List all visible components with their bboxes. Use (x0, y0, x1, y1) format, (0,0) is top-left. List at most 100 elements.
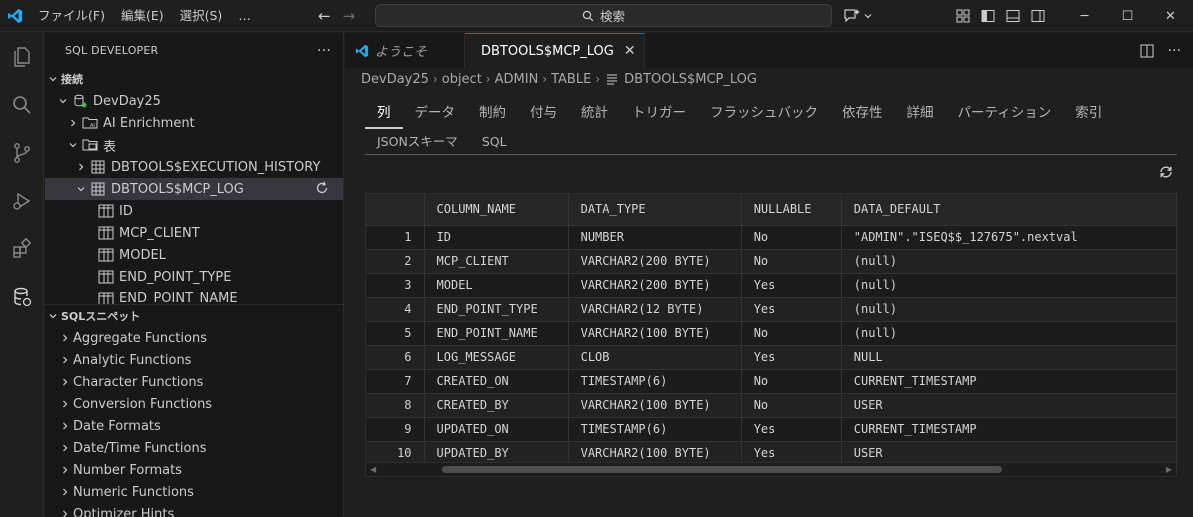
tree-table-mcp-log[interactable]: DBTOOLS$MCP_LOG (45, 178, 343, 200)
snippet-date-formats[interactable]: Date Formats (45, 415, 343, 437)
copilot-chat-button[interactable] (843, 6, 873, 26)
scroll-left-icon[interactable]: ◀ (370, 465, 376, 474)
row-number-cell[interactable]: 3 (366, 273, 425, 298)
row-number-cell[interactable]: 9 (366, 417, 425, 442)
table-cell[interactable]: CURRENT_TIMESTAMP (841, 417, 1178, 442)
split-editor-icon[interactable] (1140, 44, 1154, 58)
table-row[interactable]: 9 UPDATED_ON TIMESTAMP(6) Yes CURRENT_TIMEST… (366, 417, 1178, 442)
snippet-aggregate-functions[interactable]: Aggregate Functions (45, 327, 343, 349)
breadcrumb-item[interactable]: DevDay25 (361, 72, 429, 87)
table-cell[interactable]: ID (424, 225, 569, 250)
menu-file[interactable]: ファイル(F) (30, 0, 113, 32)
connections-section-header[interactable]: 接続 (45, 68, 343, 90)
tree-tables-folder[interactable]: 表 (45, 134, 343, 156)
table-cell[interactable]: TIMESTAMP(6) (568, 417, 742, 442)
run-debug-icon[interactable] (0, 177, 44, 225)
table-cell[interactable]: No (741, 321, 842, 346)
table-cell[interactable]: VARCHAR2(100 BYTE) (568, 393, 742, 418)
table-cell[interactable]: MCP_CLIENT (424, 249, 569, 274)
sql-developer-database-icon[interactable] (0, 273, 44, 321)
column-header[interactable]: DATA_DEFAULT (841, 194, 1178, 226)
snippets-section-header[interactable]: SQLスニペット (45, 305, 343, 327)
subtab-triggers[interactable]: トリガー (620, 99, 698, 129)
search-icon[interactable] (0, 81, 44, 129)
horizontal-scrollbar[interactable]: ◀ ▶ (366, 462, 1176, 476)
breadcrumb-item[interactable]: TABLE (551, 72, 591, 87)
tree-column[interactable]: MODEL (45, 244, 343, 266)
table-row[interactable]: 8 CREATED_BY VARCHAR2(100 BYTE) No USER (366, 393, 1178, 418)
table-row[interactable]: 6 LOG_MESSAGE CLOB Yes NULL (366, 345, 1178, 370)
forward-arrow-icon[interactable]: → (343, 7, 356, 25)
maximize-button[interactable]: ☐ (1106, 0, 1149, 32)
table-cell[interactable]: CURRENT_TIMESTAMP (841, 369, 1178, 394)
row-number-cell[interactable]: 1 (366, 225, 425, 250)
subtab-partitions[interactable]: パーティション (946, 99, 1064, 129)
snippet-numeric-functions[interactable]: Numeric Functions (45, 481, 343, 503)
snippet-analytic-functions[interactable]: Analytic Functions (45, 349, 343, 371)
minimize-button[interactable]: ─ (1063, 0, 1106, 32)
tree-column[interactable]: MCP_CLIENT (45, 222, 343, 244)
breadcrumb-item[interactable]: DBTOOLS$MCP_LOG (624, 72, 757, 87)
table-cell[interactable]: CREATED_ON (424, 369, 569, 394)
menu-selection[interactable]: 選択(S) (172, 0, 231, 32)
subtab-data[interactable]: データ (403, 99, 468, 129)
snippet-date-time-functions[interactable]: Date/Time Functions (45, 437, 343, 459)
table-cell[interactable]: MODEL (424, 273, 569, 298)
table-row[interactable]: 7 CREATED_ON TIMESTAMP(6) No CURRENT_TIMESTA… (366, 369, 1178, 394)
tree-ai-enrichment[interactable]: AI AI Enrichment (45, 112, 343, 134)
table-cell[interactable]: USER (841, 393, 1178, 418)
subtab-dependencies[interactable]: 依存性 (830, 99, 895, 129)
table-row[interactable]: 1 ID NUMBER No "ADMIN"."ISEQ$$_127675".nextv… (366, 225, 1178, 250)
table-cell[interactable]: No (741, 393, 842, 418)
table-cell[interactable]: Yes (741, 345, 842, 370)
tree-column[interactable]: END_POINT_TYPE (45, 266, 343, 288)
refresh-button[interactable] (1156, 162, 1176, 182)
row-number-cell[interactable]: 6 (366, 345, 425, 370)
table-cell[interactable]: END_POINT_NAME (424, 321, 569, 346)
table-cell[interactable]: Yes (741, 273, 842, 298)
tab-mcp-log[interactable]: DBTOOLS$MCP_LOG ✕ (465, 33, 645, 68)
tree-connection-devday25[interactable]: DevDay25 (45, 90, 343, 112)
table-row[interactable]: 2 MCP_CLIENT VARCHAR2(200 BYTE) No (null) (366, 249, 1178, 274)
subtab-json-schema[interactable]: JSONスキーマ (365, 129, 470, 155)
table-cell[interactable]: No (741, 369, 842, 394)
menu-more[interactable]: … (230, 0, 259, 32)
customize-layout-icon[interactable] (955, 8, 971, 24)
row-number-cell[interactable]: 8 (366, 393, 425, 418)
table-cell[interactable]: TIMESTAMP(6) (568, 369, 742, 394)
table-cell[interactable]: VARCHAR2(12 BYTE) (568, 297, 742, 322)
tree-column[interactable]: ID (45, 200, 343, 222)
table-cell[interactable]: No (741, 225, 842, 250)
table-cell[interactable]: Yes (741, 297, 842, 322)
subtab-details[interactable]: 詳細 (895, 99, 946, 129)
table-cell[interactable]: CREATED_BY (424, 393, 569, 418)
more-actions-icon[interactable]: ··· (1168, 43, 1181, 59)
snippet-character-functions[interactable]: Character Functions (45, 371, 343, 393)
toggle-primary-sidebar-icon[interactable] (980, 8, 996, 24)
explorer-icon[interactable] (0, 33, 44, 81)
column-header[interactable]: COLUMN_NAME (424, 194, 569, 226)
close-icon[interactable]: ✕ (624, 43, 636, 59)
source-control-icon[interactable] (0, 129, 44, 177)
table-cell[interactable]: "ADMIN"."ISEQ$$_127675".nextval (841, 225, 1178, 250)
table-cell[interactable]: LOG_MESSAGE (424, 345, 569, 370)
column-header[interactable]: DATA_TYPE (568, 194, 742, 226)
subtab-constraints[interactable]: 制約 (467, 99, 518, 129)
table-cell[interactable]: VARCHAR2(200 BYTE) (568, 249, 742, 274)
table-cell[interactable]: Yes (741, 417, 842, 442)
subtab-grants[interactable]: 付与 (518, 99, 569, 129)
table-row[interactable]: 4 END_POINT_TYPE VARCHAR2(12 BYTE) Yes (null… (366, 297, 1178, 322)
table-cell[interactable]: (null) (841, 249, 1178, 274)
menu-edit[interactable]: 編集(E) (113, 0, 172, 32)
row-number-cell[interactable]: 7 (366, 369, 425, 394)
row-number-cell[interactable]: 4 (366, 297, 425, 322)
table-cell[interactable]: UPDATED_ON (424, 417, 569, 442)
scrollbar-thumb[interactable] (442, 466, 1002, 473)
close-window-button[interactable]: ✕ (1149, 0, 1192, 32)
snippet-number-formats[interactable]: Number Formats (45, 459, 343, 481)
tree-column[interactable]: END_POINT_NAME (45, 288, 343, 304)
table-cell[interactable]: NULL (841, 345, 1178, 370)
back-arrow-icon[interactable]: ← (318, 7, 331, 25)
column-header[interactable]: NULLABLE (741, 194, 842, 226)
table-cell[interactable]: END_POINT_TYPE (424, 297, 569, 322)
